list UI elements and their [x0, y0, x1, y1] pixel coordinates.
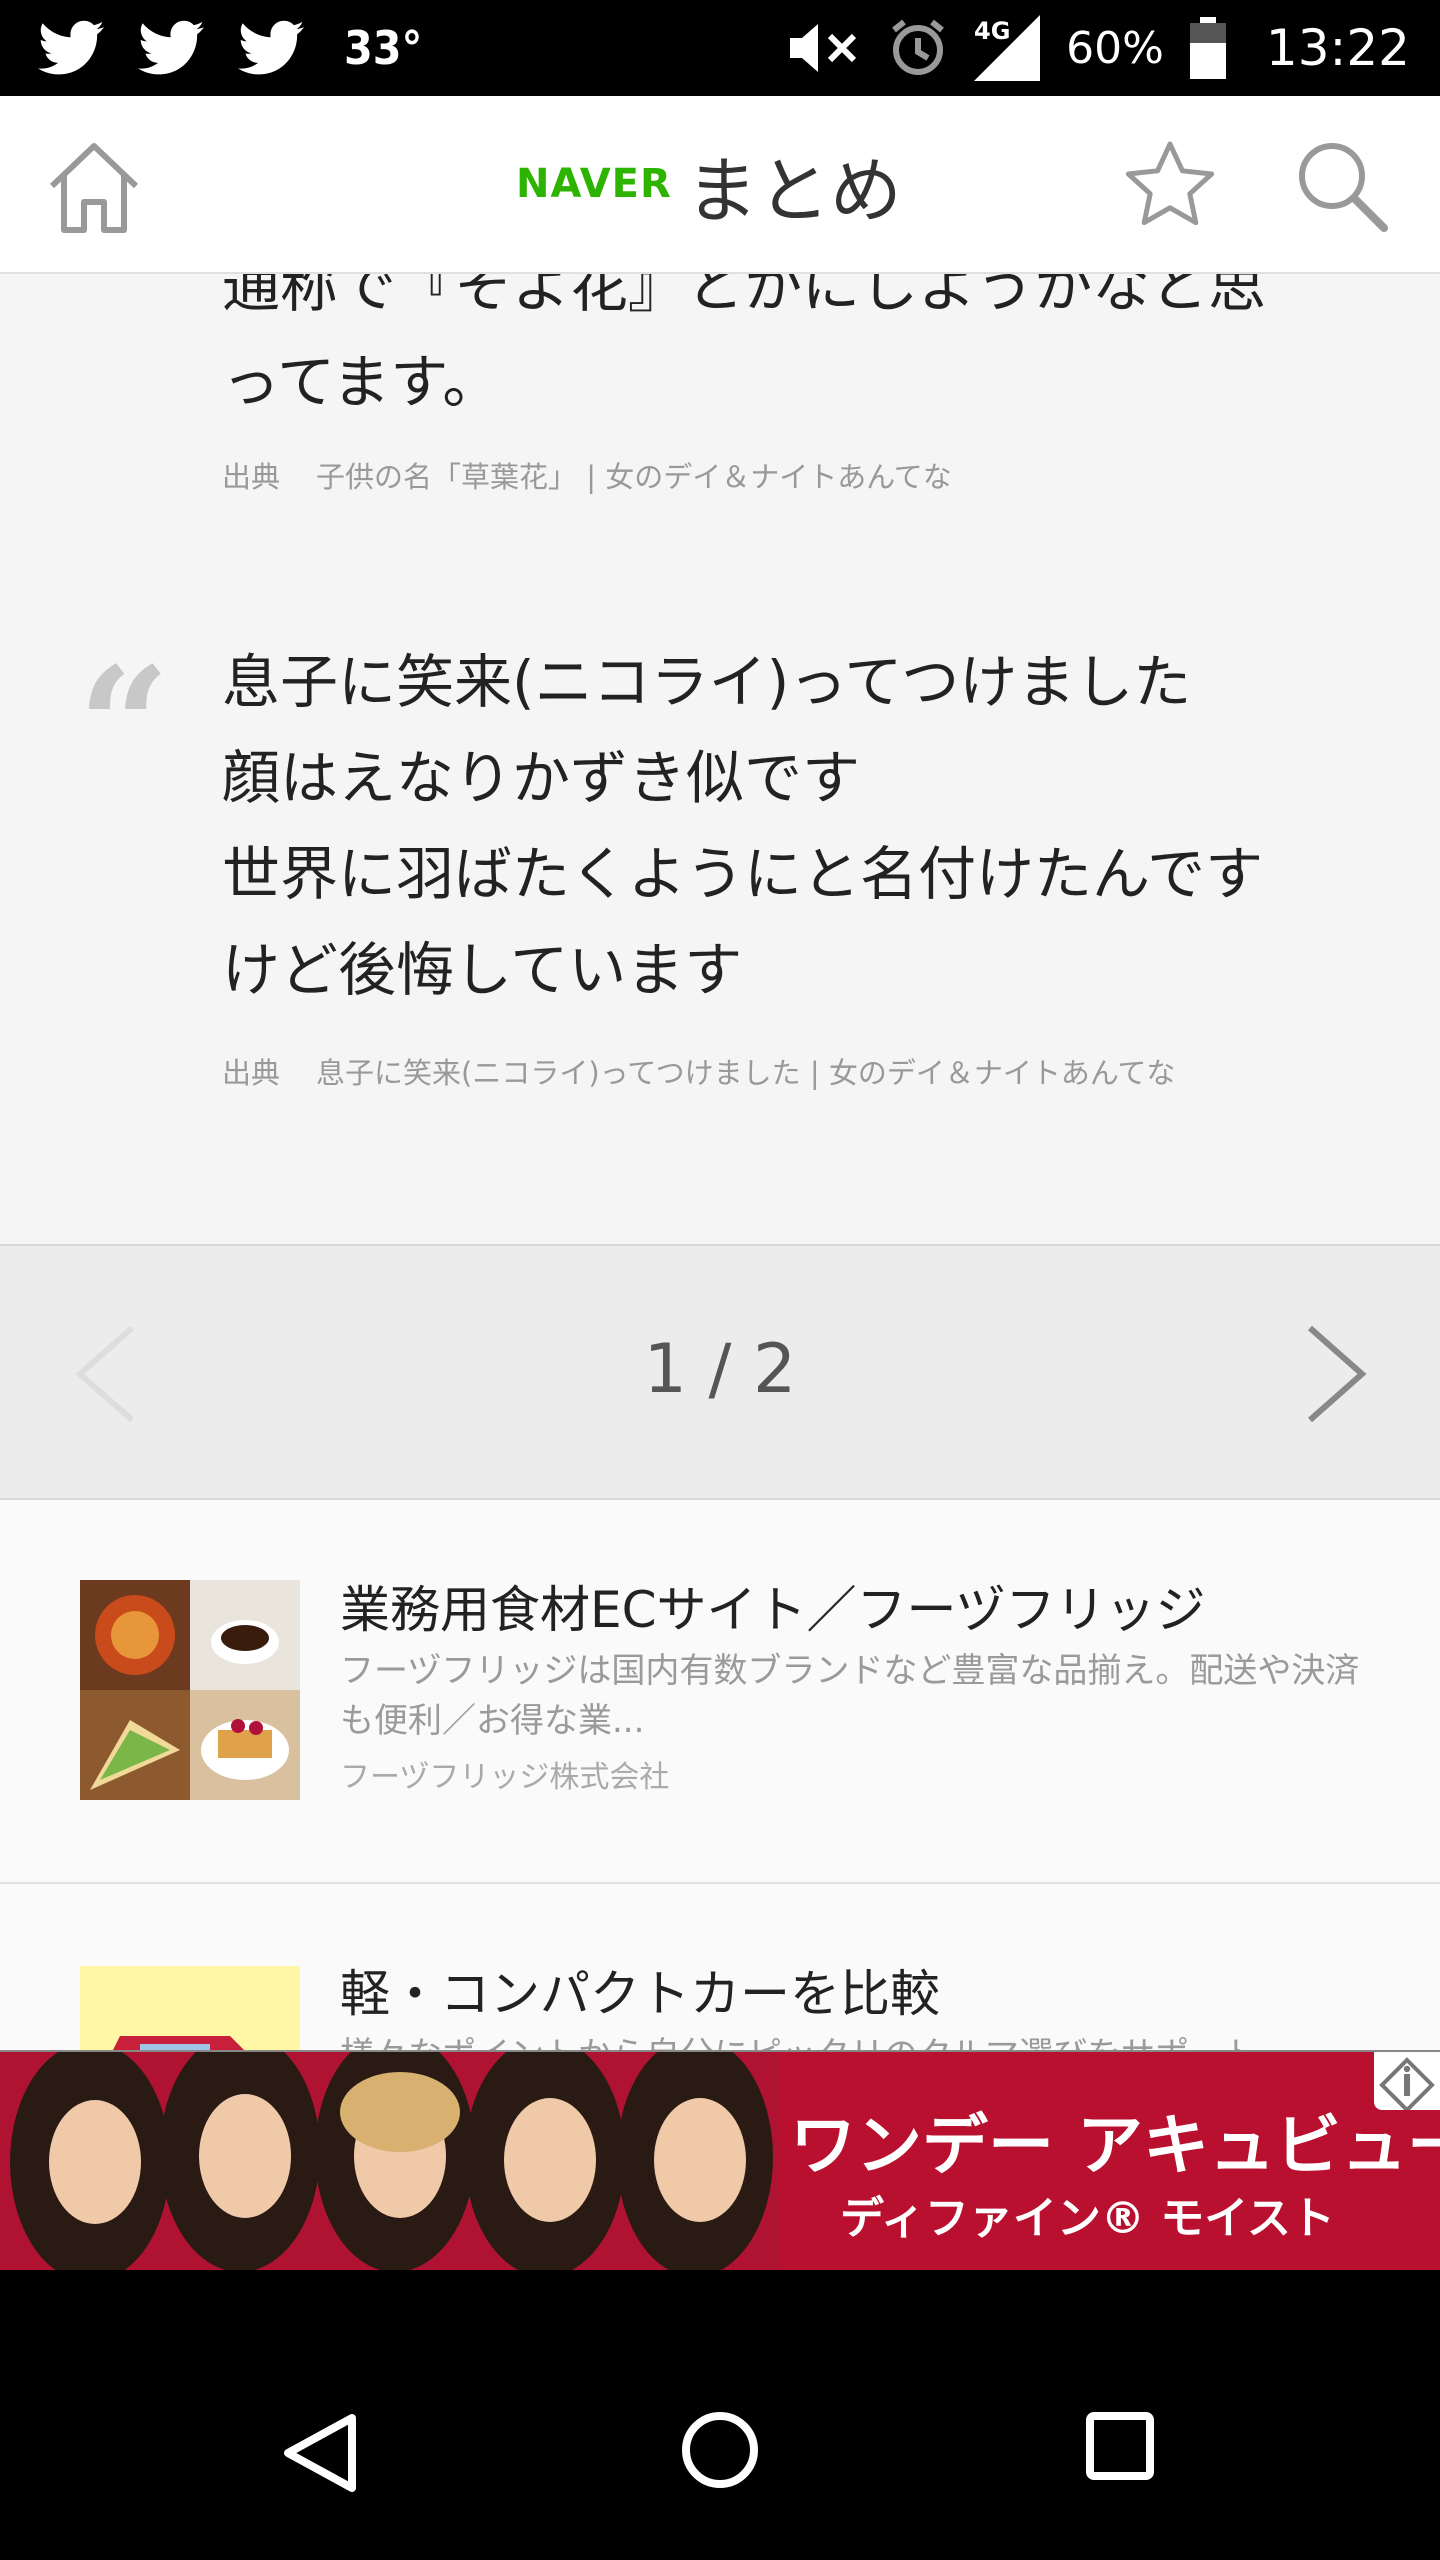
banner-subline: ディファイン® モイスト	[840, 2193, 1335, 2244]
banner-photo	[0, 2052, 780, 2270]
clock: 13:22	[1265, 19, 1410, 77]
sponsored-item[interactable]: 業務用食材ECサイト／フーヅフリッジ フーヅフリッジは国内有数ブランドなど豊富な…	[0, 1500, 1440, 1884]
mute-icon	[786, 18, 862, 78]
naver-matome-logo[interactable]: NAVER まとめ	[516, 134, 902, 234]
home-icon[interactable]	[44, 138, 144, 236]
quote-line: 世界に羽ばたくようにと名付けたんです	[222, 840, 1264, 908]
citation-source: 息子に笑来(ニコライ)ってつけました | 女のデイ＆ナイトあんてな	[316, 1056, 1176, 1090]
ad-description: 様々なポイントから自分にピッタリのクルマ選びをサポート	[340, 2030, 1360, 2050]
quote-block-1: 通称で『そよ花』とかにしようかなと思 ってます。	[222, 274, 1362, 430]
sponsored-list: 業務用食材ECサイト／フーヅフリッジ フーヅフリッジは国内有数ブランドなど豊富な…	[0, 1500, 1440, 2050]
svg-text:4G: 4G	[974, 17, 1010, 45]
quote-line: ってます。	[222, 348, 501, 416]
ad-description: フーヅフリッジは国内有数ブランドなど豊富な品揃え。配送や決済も便利／お得な業..…	[340, 1651, 1360, 1741]
twitter-icon	[238, 20, 304, 76]
page-indicator: 1 / 2	[643, 1330, 797, 1409]
citation-source: 子供の名「草葉花」 | 女のデイ＆ナイトあんてな	[316, 460, 952, 494]
article-content: 通称で『そよ花』とかにしようかなと思 ってます。 出典息子に笑来(ニコライ)って…	[0, 274, 1440, 1244]
citation-2[interactable]: 出典 息子に笑来(ニコライ)ってつけました | 女のデイ＆ナイトあんてな	[222, 1050, 1175, 1092]
citation-label: 出典	[222, 460, 281, 494]
ad-title: 軽・コンパクトカーを比較	[340, 1965, 940, 2023]
search-icon[interactable]	[1292, 136, 1392, 236]
home-circle-icon[interactable]	[680, 2410, 760, 2490]
pagination: 1 / 2	[0, 1244, 1440, 1500]
quote-line: 通称で『そよ花』とかにしようかなと思	[222, 274, 1267, 320]
twitter-icon	[38, 20, 104, 76]
banner-headline: ワンデー アキュビュー®	[790, 2107, 1440, 2184]
citation-label: 出典	[222, 1056, 281, 1090]
status-bar: 33° 4G 60% 13:22	[0, 0, 1440, 96]
quote-line: 顔はえなりかずき似です	[222, 744, 861, 812]
logo-text: まとめ	[685, 148, 902, 233]
twitter-icon	[138, 20, 204, 76]
favorite-star-icon[interactable]	[1120, 136, 1220, 236]
battery-percent: 60%	[1066, 22, 1164, 74]
ad-company: フーヅフリッジ株式会社	[340, 1760, 670, 1795]
banner-ad[interactable]: ワンデー アキュビュー® ディファイン® モイスト	[0, 2050, 1440, 2270]
quote-line: けど後悔しています	[222, 936, 743, 1004]
signal-icon: 4G	[974, 15, 1041, 81]
recents-icon[interactable]	[1084, 2410, 1156, 2482]
next-page-chevron-icon[interactable]	[1300, 1324, 1370, 1424]
adchoices-icon[interactable]	[1374, 2052, 1440, 2113]
battery-icon	[1189, 17, 1226, 79]
app-header: NAVER まとめ	[0, 96, 1440, 274]
quote-block-2: 息子に笑来(ニコライ)ってつけました 顔はえなりかずき似です 世界に羽ばたくよう…	[222, 634, 1362, 1018]
quote-line: 息子に笑来(ニコライ)ってつけました	[222, 648, 1192, 716]
citation-1[interactable]: 出典息子に笑来(ニコライ)ってつけました | 女のデイ＆ナイトあんてな子供の名「…	[222, 454, 952, 496]
ad-title: 業務用食材ECサイト／フーヅフリッジ	[340, 1581, 1206, 1639]
ad-thumbnail-car	[80, 1966, 300, 2050]
temperature-text: 33°	[344, 21, 423, 75]
back-icon[interactable]	[280, 2410, 360, 2496]
sponsored-item[interactable]: 軽・コンパクトカーを比較 様々なポイントから自分にピッタリのクルマ選びをサポート	[0, 1886, 1440, 2050]
system-nav-bar	[0, 2270, 1440, 2560]
ad-thumbnail-food	[80, 1580, 300, 1800]
quote-mark-icon: “	[78, 632, 171, 820]
logo-brand: NAVER	[516, 161, 672, 207]
alarm-icon	[888, 18, 948, 78]
